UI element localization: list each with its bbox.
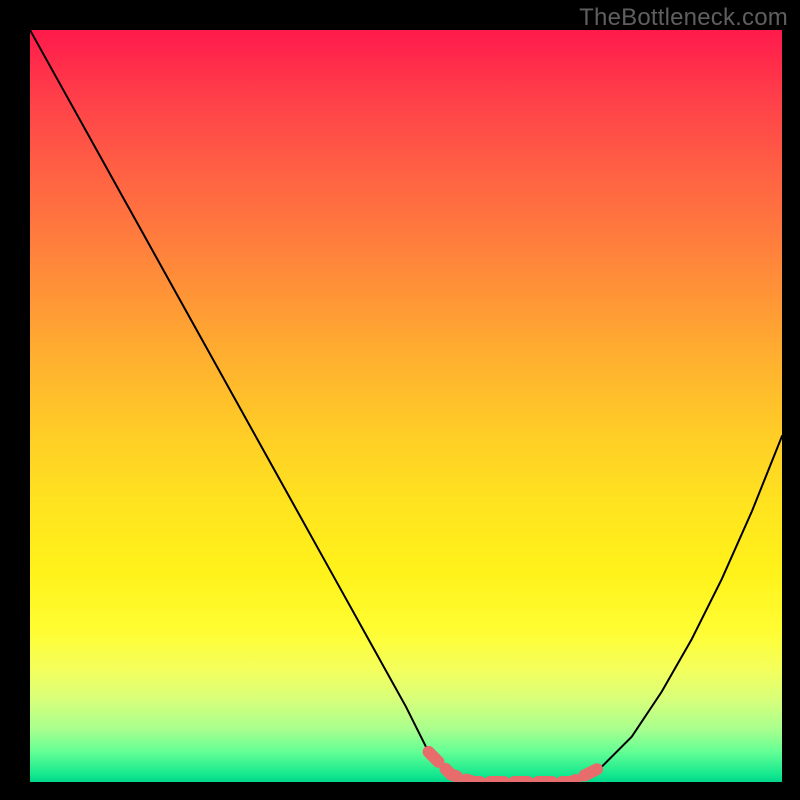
- watermark-text: TheBottleneck.com: [579, 4, 788, 32]
- bottleneck-curve-line: [30, 30, 782, 782]
- optimal-band-line: [429, 752, 602, 782]
- curve-svg: [30, 30, 782, 782]
- chart-container: TheBottleneck.com: [0, 0, 800, 800]
- plot-area: [30, 30, 782, 782]
